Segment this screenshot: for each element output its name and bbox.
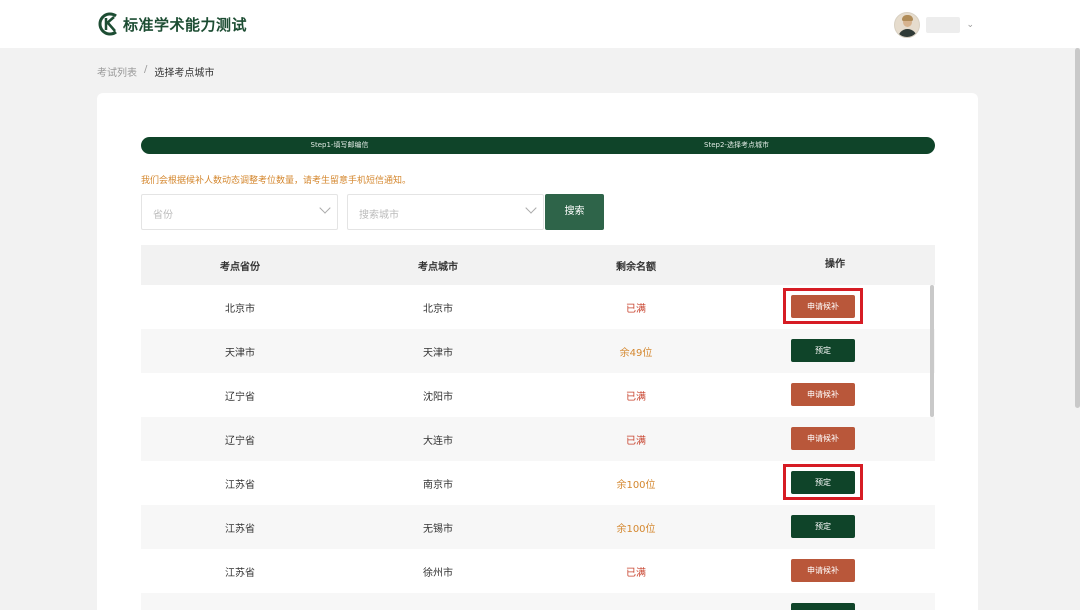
chevron-down-icon[interactable]: ⌄ (966, 20, 974, 30)
step-2: Step2-选择考点城市 (704, 141, 769, 149)
cell-action: 申请候补 (735, 373, 935, 417)
cell-remaining: 余100位 (616, 479, 656, 491)
table-row: 江苏省 南京市 余100位 预定 (141, 461, 935, 505)
waitlist-button[interactable]: 申请候补 (791, 383, 855, 406)
cell-province: 江苏省 (225, 479, 255, 491)
cell-city: 南京市 (423, 479, 453, 491)
page-scrollbar[interactable] (1075, 48, 1080, 408)
city-search-select[interactable]: 搜索城市 (347, 194, 544, 230)
cell-city: 沈阳市 (423, 391, 453, 403)
province-placeholder: 省份 (153, 210, 173, 221)
cell-city: 大连市 (423, 435, 453, 447)
waitlist-button[interactable]: 申请候补 (791, 427, 855, 450)
table-scrollbar[interactable] (930, 285, 934, 417)
table-row: 江苏省 无锡市 余100位 预定 (141, 505, 935, 549)
cell-city: 北京市 (423, 303, 453, 315)
cell-remaining: 已满 (626, 567, 646, 579)
header-remaining: 剩余名额 (616, 261, 656, 273)
cell-province: 辽宁省 (225, 435, 255, 447)
table-row: 天津市 天津市 余49位 预定 (141, 329, 935, 373)
city-placeholder: 搜索城市 (359, 210, 399, 221)
avatar[interactable] (894, 12, 921, 38)
cell-action: 预定 (735, 329, 935, 373)
cell-province: 江苏省 (225, 523, 255, 535)
header-action: 操作 (825, 259, 845, 270)
cell-city: 徐州市 (423, 567, 453, 579)
site-title: 标准学术能力测试 (123, 15, 248, 34)
notice-text: 我们会根据候补人数动态调整考位数量，请考生留意手机短信通知。 (141, 176, 412, 186)
cell-action: 预定 (735, 461, 935, 505)
site-logo[interactable]: 标准学术能力测试 (97, 12, 247, 36)
cell-action (735, 593, 935, 610)
cell-remaining: 余100位 (616, 523, 656, 535)
cell-city: 无锡市 (423, 523, 453, 535)
cell-action: 申请候补 (735, 549, 935, 593)
top-header: 标准学术能力测试 ⌄ (0, 0, 1080, 48)
cell-province: 辽宁省 (225, 391, 255, 403)
breadcrumb-exam-list[interactable]: 考试列表 (97, 64, 137, 79)
waitlist-button[interactable]: 申请候补 (791, 559, 855, 582)
book-button[interactable]: 预定 (791, 471, 855, 494)
cell-province: 天津市 (225, 347, 255, 359)
breadcrumb-current: 选择考点城市 (154, 68, 215, 79)
table-row: 辽宁省 沈阳市 已满 申请候补 (141, 373, 935, 417)
cell-remaining: 已满 (626, 303, 646, 315)
user-menu[interactable]: ⌄ (894, 12, 974, 38)
cell-remaining: 已满 (626, 435, 646, 447)
table-row: 北京市 北京市 已满 申请候补 (141, 285, 935, 329)
waitlist-button[interactable]: 申请候补 (791, 295, 855, 318)
cell-action: 申请候补 (735, 285, 935, 329)
cell-province: 江苏省 (225, 567, 255, 579)
chevron-down-icon (525, 202, 537, 214)
username-redacted (926, 17, 961, 33)
cell-remaining: 已满 (626, 391, 646, 403)
cell-action: 申请候补 (735, 417, 935, 461)
province-select[interactable]: 省份 (141, 194, 338, 230)
table-header: 考点省份 考点城市 剩余名额 操作 (141, 245, 935, 285)
city-table: 考点省份 考点城市 剩余名额 操作 北京市 北京市 已满 申请候补 天津市 天津… (141, 245, 935, 610)
breadcrumb: 考试列表 / 选择考点城市 (97, 64, 214, 79)
cell-remaining: 余49位 (619, 347, 653, 359)
book-button[interactable]: 预定 (791, 339, 855, 362)
cell-province: 北京市 (225, 303, 255, 315)
step-progress: Step1-填写邮编信 Step2-选择考点城市 (141, 137, 935, 154)
table-row (141, 593, 935, 610)
k-logo-icon (97, 12, 119, 36)
book-button[interactable] (791, 603, 855, 610)
step-1: Step1-填写邮编信 (310, 141, 369, 149)
cell-action: 预定 (735, 505, 935, 549)
breadcrumb-separator: / (144, 64, 148, 75)
header-city: 考点城市 (418, 261, 458, 273)
search-button[interactable]: 搜索 (545, 194, 604, 230)
cell-city: 天津市 (423, 347, 453, 359)
chevron-down-icon (319, 202, 331, 214)
header-province: 考点省份 (220, 261, 260, 273)
table-row: 辽宁省 大连市 已满 申请候补 (141, 417, 935, 461)
table-row: 江苏省 徐州市 已满 申请候补 (141, 549, 935, 593)
main-card: Step1-填写邮编信 Step2-选择考点城市 我们会根据候补人数动态调整考位… (97, 93, 978, 610)
book-button[interactable]: 预定 (791, 515, 855, 538)
